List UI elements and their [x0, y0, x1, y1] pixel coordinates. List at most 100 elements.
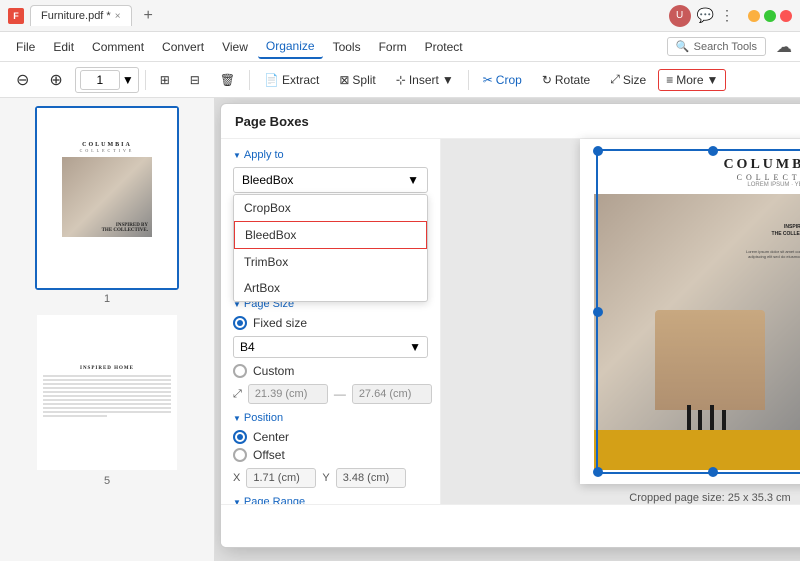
menu-comment[interactable]: Comment	[84, 36, 152, 58]
insert-button[interactable]: ⊹ Insert ▼	[388, 69, 462, 91]
dialog-left-panel: Apply to BleedBox ▼ CropBox BleedBox Tri…	[221, 139, 441, 504]
radio-center-icon	[233, 430, 247, 444]
page-size-radio-group: Fixed size	[233, 316, 428, 330]
crop-handle-tc[interactable]	[708, 146, 718, 156]
window-controls	[748, 10, 792, 22]
title-bar-left: F Furniture.pdf * × +	[8, 5, 669, 26]
resize-icon: ⤢	[233, 388, 242, 401]
dropdown-option-artbox[interactable]: ArtBox	[234, 275, 427, 301]
extract-button[interactable]: 📄 Extract	[256, 69, 327, 91]
dialog-footer: Apply Cancel	[221, 504, 800, 548]
menu-view[interactable]: View	[214, 36, 256, 58]
rotate-label: Rotate	[555, 73, 590, 87]
menu-edit[interactable]: Edit	[45, 36, 82, 58]
zoom-dropdown[interactable]: 1 ▼	[75, 67, 139, 93]
page-thumbnail-1[interactable]: COLUMBIA COLLECTIVE INSPIRED BYTHE COLLE…	[35, 106, 179, 290]
dropdown-option-cropbox[interactable]: CropBox	[234, 195, 427, 221]
profile-icon[interactable]: U	[669, 5, 691, 27]
zoom-out-button[interactable]: ⊖	[8, 66, 37, 94]
crop-handle-bc[interactable]	[708, 467, 718, 477]
tab-close-icon[interactable]: ×	[115, 11, 121, 22]
minimize-button[interactable]	[748, 10, 760, 22]
view-single-button[interactable]: ⊞	[152, 69, 178, 91]
rotate-button[interactable]: ↻ Rotate	[534, 69, 598, 91]
toolbar-separator-3	[468, 70, 469, 90]
menu-convert[interactable]: Convert	[154, 36, 212, 58]
crop-icon: ✂	[483, 73, 493, 87]
size-label: Size	[623, 73, 646, 87]
apply-to-selected-value: BleedBox	[242, 173, 293, 187]
apply-to-section-label: Apply to	[233, 149, 428, 161]
search-icon: 🔍	[676, 40, 690, 53]
radio-center[interactable]: Center	[233, 430, 428, 444]
active-tab[interactable]: Furniture.pdf * ×	[30, 5, 132, 26]
close-button[interactable]	[780, 10, 792, 22]
custom-height-input[interactable]	[352, 384, 432, 404]
view-double-button[interactable]: ⊟	[182, 69, 208, 91]
dropdown-option-bleedbox[interactable]: BleedBox	[234, 221, 427, 249]
maximize-button[interactable]	[764, 10, 776, 22]
radio-fixed-size[interactable]: Fixed size	[233, 316, 428, 330]
split-button[interactable]: ⊠ Split	[331, 69, 383, 91]
apply-to-dropdown-wrapper: BleedBox ▼ CropBox BleedBox TrimBox ArtB…	[233, 167, 428, 193]
thumb1-collective: COLLECTIVE	[80, 148, 135, 153]
search-placeholder: Search Tools	[694, 41, 757, 53]
search-tools[interactable]: 🔍 Search Tools	[667, 37, 766, 56]
title-bar-right: U 💬 ⋮	[669, 5, 792, 27]
apply-to-dropdown-arrow: ▼	[407, 173, 419, 187]
dropdown-option-trimbox[interactable]: TrimBox	[234, 249, 427, 275]
x-label: X	[233, 472, 240, 484]
custom-width-input[interactable]	[248, 384, 328, 404]
radio-offset-icon	[233, 448, 247, 462]
extract-label: Extract	[282, 73, 319, 87]
offset-y-input[interactable]	[336, 468, 406, 488]
page-thumbnail-5[interactable]: INSPIRED HOME	[35, 313, 179, 472]
menu-protect[interactable]: Protect	[417, 36, 471, 58]
cropped-size-label: Cropped page size: 25 x 35.3 cm	[629, 492, 790, 504]
single-page-icon: ⊞	[160, 73, 170, 87]
double-page-icon: ⊟	[190, 73, 200, 87]
rotate-icon: ↻	[542, 73, 552, 87]
zoom-input[interactable]: 1	[80, 70, 120, 90]
split-icon: ⊠	[339, 73, 349, 87]
offset-x-input[interactable]	[246, 468, 316, 488]
menu-dots-icon[interactable]: ⋮	[720, 7, 734, 24]
crop-handle-ml[interactable]	[593, 307, 603, 317]
main-area: COLUMBIA COLLECTIVE INSPIRED BYTHE COLLE…	[0, 98, 800, 561]
radio-fixed-icon	[233, 316, 247, 330]
page-range-label-text: Page Range	[244, 496, 305, 504]
menu-tools[interactable]: Tools	[325, 36, 369, 58]
radio-custom[interactable]: Custom	[233, 364, 428, 378]
more-button[interactable]: ≡ More ▼	[658, 69, 726, 91]
app-icon: F	[8, 8, 24, 24]
radio-offset[interactable]: Offset	[233, 448, 428, 462]
delete-page-button[interactable]: 🗑	[212, 69, 243, 91]
zoom-in-button[interactable]: ⊕	[41, 66, 70, 94]
toolbar-separator-2	[249, 70, 250, 90]
zoom-out-icon: ⊖	[16, 70, 29, 90]
crop-button[interactable]: ✂ Crop	[475, 69, 530, 91]
insert-arrow: ▼	[442, 73, 454, 87]
tab-title: Furniture.pdf *	[41, 10, 111, 22]
y-label: Y	[322, 472, 329, 484]
size-button[interactable]: ⤢ Size	[602, 68, 654, 91]
crop-handle-bl[interactable]	[593, 467, 603, 477]
size-dropdown[interactable]: B4 ▼	[233, 336, 428, 358]
title-bar: F Furniture.pdf * × + U 💬 ⋮	[0, 0, 800, 32]
add-tab-button[interactable]: +	[138, 7, 159, 25]
thumb1-chair-image: INSPIRED BYTHE COLLECTIVE.	[62, 157, 152, 237]
size-dropdown-wrapper: B4 ▼	[233, 336, 428, 358]
chat-icon[interactable]: 💬	[697, 7, 714, 24]
radio-custom-label: Custom	[253, 364, 294, 378]
extract-icon: 📄	[264, 73, 279, 87]
apply-to-dropdown[interactable]: BleedBox ▼	[233, 167, 428, 193]
crop-handle-tl[interactable]	[593, 146, 603, 156]
insert-label: Insert	[409, 73, 439, 87]
cloud-icon[interactable]: ☁	[776, 37, 792, 57]
menu-form[interactable]: Form	[371, 36, 415, 58]
split-label: Split	[352, 73, 375, 87]
crop-overlay	[596, 149, 800, 474]
menu-file[interactable]: File	[8, 36, 43, 58]
page-range-section-label: Page Range	[233, 496, 428, 504]
menu-organize[interactable]: Organize	[258, 35, 323, 59]
